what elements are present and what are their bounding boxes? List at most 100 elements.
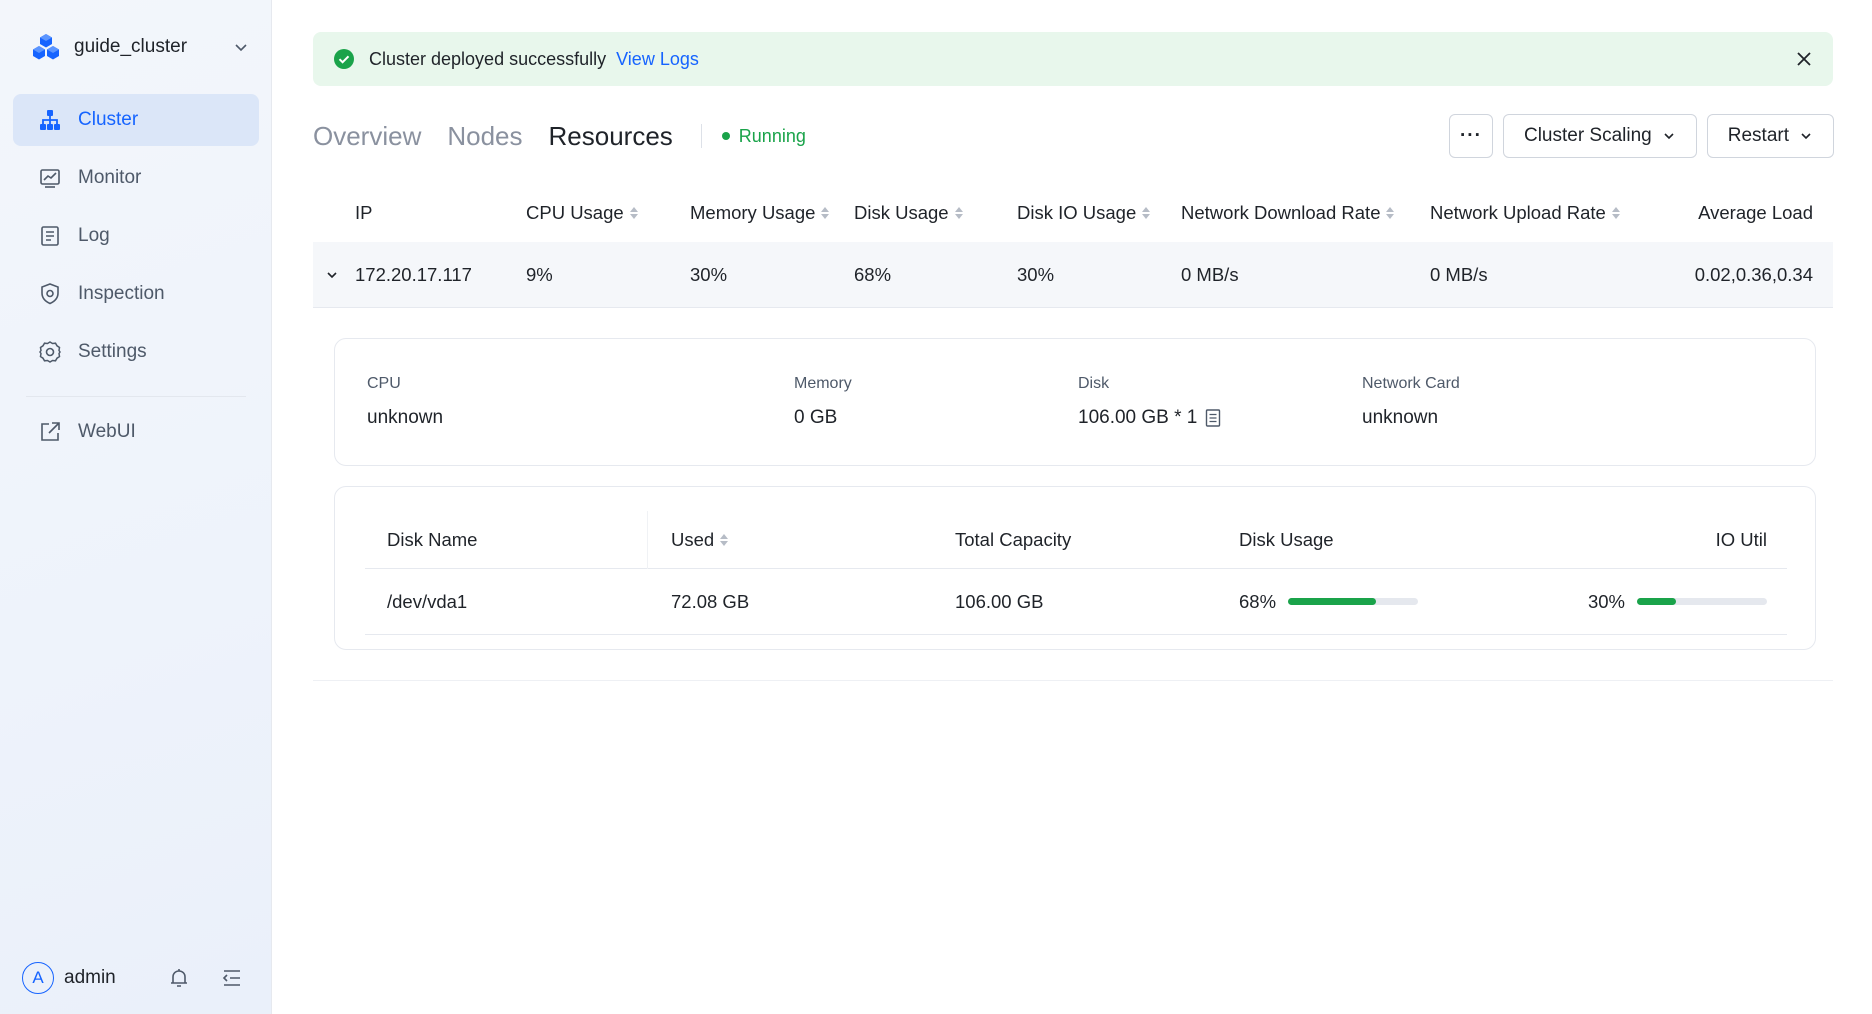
sidebar-item-webui[interactable]: WebUI: [13, 406, 259, 458]
sidebar-divider: [26, 396, 246, 397]
status-text: Running: [738, 125, 806, 146]
table-header: IP CPU Usage Memory Usage Disk Usage Dis…: [313, 186, 1833, 242]
node-spec-card: CPU unknown Memory 0 GB Disk 106.00 GB *…: [334, 338, 1816, 466]
column-label: Network Download Rate: [1181, 202, 1381, 223]
sidebar-item-cluster[interactable]: Cluster: [13, 94, 259, 146]
cluster-switcher[interactable]: guide_cluster: [30, 30, 250, 64]
disk-used: 72.08 GB: [671, 590, 750, 612]
column-network-download-rate[interactable]: Network Download Rate: [1181, 202, 1395, 224]
node-cpu-usage: 9%: [526, 264, 553, 285]
monitor-icon: [38, 166, 62, 190]
column-ip: IP: [355, 202, 373, 223]
disk-value-group: 106.00 GB * 1: [1078, 407, 1221, 429]
column-label: Disk IO Usage: [1017, 202, 1137, 223]
tab-nodes[interactable]: Nodes: [447, 121, 522, 152]
node-memory-usage: 30%: [690, 264, 728, 285]
restart-button[interactable]: Restart: [1706, 114, 1834, 158]
collapse-sidebar-icon[interactable]: [220, 966, 244, 990]
column-label: CPU Usage: [526, 202, 624, 223]
more-button[interactable]: ···: [1448, 114, 1493, 158]
sidebar-item-label: Inspection: [78, 283, 165, 304]
sort-icon: [629, 207, 638, 219]
disk-card: Disk Name Used Total Capacity Disk Usage…: [334, 486, 1816, 650]
sidebar-item-label: Cluster: [78, 109, 139, 130]
bell-icon[interactable]: [167, 966, 191, 990]
gear-icon: [38, 340, 62, 364]
cluster-scaling-button[interactable]: Cluster Scaling: [1502, 114, 1697, 158]
sidebar-item-inspection[interactable]: Inspection: [13, 268, 259, 320]
column-label: Network Upload Rate: [1430, 202, 1606, 223]
sidebar-item-label: Log: [78, 225, 110, 246]
column-io-util: IO Util: [1715, 528, 1767, 550]
sort-icon: [720, 533, 729, 546]
progress-fill: [1288, 598, 1377, 605]
sort-icon: [954, 207, 963, 219]
sort-icon: [821, 207, 830, 219]
toolbar: ··· Cluster Scaling Restart: [1439, 114, 1834, 158]
disk-usage: 68%: [1239, 569, 1419, 634]
column-cpu-usage[interactable]: CPU Usage: [526, 202, 638, 224]
io-util-text: 30%: [1587, 590, 1625, 612]
column-disk-name: Disk Name: [387, 528, 478, 550]
column-disk-io-usage[interactable]: Disk IO Usage: [1017, 202, 1151, 224]
column-total-capacity: Total Capacity: [955, 528, 1072, 550]
avatar[interactable]: A: [22, 962, 54, 994]
status-dot: [721, 132, 730, 140]
tab-divider: [700, 124, 702, 148]
tab-resources[interactable]: Resources: [549, 121, 673, 152]
document-icon[interactable]: [1205, 409, 1221, 427]
view-logs-link[interactable]: View Logs: [616, 49, 699, 70]
inspection-icon: [38, 282, 62, 306]
page-tabs: Overview Nodes Resources Running: [313, 116, 806, 156]
sidebar-item-label: Settings: [78, 341, 147, 362]
check-circle-icon: [334, 49, 354, 69]
column-label: Disk Usage: [854, 202, 949, 223]
success-alert: Cluster deployed successfully View Logs: [313, 32, 1833, 86]
external-link-icon: [38, 420, 62, 444]
cluster-icon: [38, 108, 62, 132]
sidebar-item-label: WebUI: [78, 421, 136, 442]
sidebar-nav: Cluster Monitor Log Inspection Settings: [13, 94, 259, 384]
io-util: 30%: [1588, 569, 1767, 634]
chevron-down-icon: [1664, 133, 1674, 140]
cluster-scaling-label: Cluster Scaling: [1523, 125, 1652, 146]
sort-icon: [1611, 207, 1620, 219]
column-memory-usage[interactable]: Memory Usage: [690, 202, 830, 224]
expand-chevron-icon[interactable]: [325, 268, 339, 282]
column-network-upload-rate[interactable]: Network Upload Rate: [1430, 202, 1620, 224]
node-ip: 172.20.17.117: [355, 264, 472, 285]
column-used[interactable]: Used: [671, 511, 729, 568]
close-icon[interactable]: [1793, 48, 1815, 70]
sort-icon: [1142, 207, 1151, 219]
status-badge: Running: [721, 125, 806, 147]
tab-overview[interactable]: Overview: [313, 121, 421, 152]
cpu-label: CPU: [367, 375, 401, 392]
disk-usage-progress: [1288, 598, 1419, 605]
cluster-logo-icon: [33, 34, 59, 60]
chevron-down-icon: [1801, 133, 1811, 140]
network-card-value: unknown: [1362, 407, 1439, 428]
cpu-value: unknown: [367, 407, 444, 428]
alert-message: Cluster deployed successfully: [369, 48, 607, 69]
log-icon: [38, 224, 62, 248]
disk-name: /dev/vda1: [387, 590, 468, 612]
table-row[interactable]: /dev/vda1 72.08 GB 106.00 GB 68% 30%: [365, 569, 1787, 635]
network-card-label: Network Card: [1362, 375, 1460, 392]
node-resource-table: IP CPU Usage Memory Usage Disk Usage Dis…: [313, 186, 1833, 308]
sidebar-item-monitor[interactable]: Monitor: [13, 152, 259, 204]
table-row[interactable]: 172.20.17.117 9% 30% 68% 30% 0 MB/s 0 MB…: [313, 242, 1833, 308]
cluster-name: guide_cluster: [74, 36, 188, 57]
column-divider: [647, 511, 648, 569]
memory-value: 0 GB: [794, 407, 838, 428]
column-average-load: Average Load: [1698, 202, 1813, 223]
username[interactable]: admin: [64, 967, 116, 989]
sidebar: guide_cluster Cluster Monitor Log Inspec…: [0, 0, 272, 1014]
disk-label: Disk: [1078, 375, 1110, 392]
column-disk-usage[interactable]: Disk Usage: [854, 202, 963, 224]
column-label: Used: [671, 528, 715, 550]
sidebar-item-settings[interactable]: Settings: [13, 326, 259, 378]
sidebar-item-log[interactable]: Log: [13, 210, 259, 262]
node-disk-io-usage: 30%: [1017, 264, 1055, 285]
content-divider: [313, 680, 1833, 681]
progress-fill: [1637, 598, 1676, 605]
